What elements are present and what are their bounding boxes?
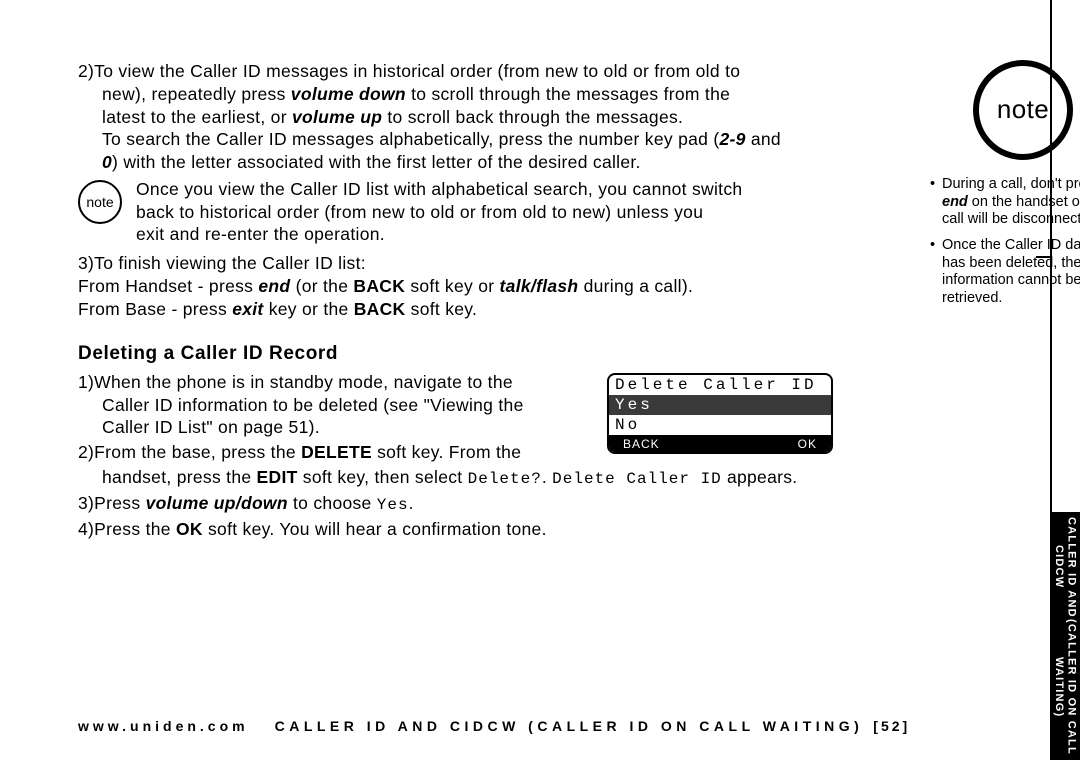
t: From the base, press the — [94, 442, 301, 462]
step-3: 3)To finish viewing the Caller ID list: … — [78, 252, 833, 320]
lcd-screen: Delete Caller ID Yes No BACK OK — [607, 373, 833, 454]
t: To finish viewing the Caller ID list: — [94, 253, 366, 273]
del-step-1: 1)When the phone is in standby mode, nav… — [78, 371, 593, 439]
mono-yes: Yes — [377, 496, 409, 514]
t: ) with the letter associated with the fi… — [112, 152, 641, 172]
sidebar: note During a call, don't press end on t… — [930, 60, 1080, 316]
lcd-softkey-back: BACK — [623, 437, 660, 450]
t: to scroll through the messages from the — [406, 84, 730, 104]
side-tab-text: CALLER ID AND CIDCW (CALLER ID ON CALL W… — [1052, 516, 1078, 756]
kw-zero: 0 — [102, 152, 112, 172]
t: soft key. You will hear a confirmation t… — [203, 519, 547, 539]
page-content: 2)To view the Caller ID messages in hist… — [78, 60, 1038, 542]
sidebar-list: During a call, don't press end on the ha… — [930, 176, 1080, 308]
t: Once you view the Caller ID list with al… — [136, 179, 742, 199]
kw-ok: OK — [176, 519, 203, 539]
t: latest to the earliest, or — [102, 107, 292, 127]
sidebar-item: During a call, don't press end on the ha… — [930, 176, 1080, 229]
delete-steps: 1)When the phone is in standby mode, nav… — [78, 371, 593, 466]
del-step-2-rest: handset, press the EDIT soft key, then s… — [78, 466, 833, 490]
kw-end: end — [258, 276, 290, 296]
kw-delete: DELETE — [301, 442, 372, 462]
lcd-softkey-ok: OK — [798, 437, 817, 450]
t: appears. — [722, 467, 798, 487]
note-icon: note — [973, 60, 1073, 160]
t: and — [746, 129, 781, 149]
section-heading: Deleting a Caller ID Record — [78, 342, 833, 367]
t: . — [409, 493, 414, 513]
t: to scroll back through the messages. — [382, 107, 683, 127]
kw-edit: EDIT — [257, 467, 298, 487]
t: Press the — [94, 519, 176, 539]
t: From Base - press — [78, 299, 232, 319]
t: Caller ID List" on page 51). — [102, 417, 320, 437]
note-icon: note — [78, 180, 122, 224]
kw-exit: exit — [232, 299, 263, 319]
t: soft key. From the — [372, 442, 521, 462]
t: to choose — [288, 493, 377, 513]
t: (or the — [290, 276, 353, 296]
kw-back: BACK — [353, 276, 405, 296]
t: back to historical order (from new to ol… — [136, 202, 703, 222]
kw-volume-up: volume up — [292, 107, 382, 127]
t: new), repeatedly press — [102, 84, 291, 104]
inline-note-text: Once you view the Caller ID list with al… — [136, 178, 833, 246]
del-step-4: 4)Press the OK soft key. You will hear a… — [78, 518, 833, 541]
t: soft key, then select — [298, 467, 468, 487]
lcd-softkeys: BACK OK — [609, 435, 831, 452]
del-step-3: 3)Press volume up/down to choose Yes. — [78, 492, 833, 516]
t: soft key. — [405, 299, 477, 319]
footer-section: CALLER ID AND CIDCW (CALLER ID ON CALL W… — [275, 718, 864, 734]
mono-delete-cid: Delete Caller ID — [552, 470, 722, 488]
main-column: 2)To view the Caller ID messages in hist… — [78, 60, 833, 542]
t: Caller ID information to be deleted (see… — [102, 395, 524, 415]
kw-end: end — [942, 194, 968, 210]
t: handset, press the — [102, 467, 257, 487]
delete-block: 1)When the phone is in standby mode, nav… — [78, 371, 833, 466]
del-step-2-top: 2)From the base, press the DELETE soft k… — [78, 441, 593, 464]
side-tab-line1: CALLER ID AND CIDCW — [1052, 516, 1077, 618]
t: To view the Caller ID messages in histor… — [94, 61, 740, 81]
kw-volume-down: volume down — [291, 84, 406, 104]
t: during a call). — [578, 276, 693, 296]
lcd-title: Delete Caller ID — [609, 375, 831, 395]
kw-back: BACK — [354, 299, 406, 319]
inline-note: note Once you view the Caller ID list wi… — [78, 178, 833, 246]
t: exit and re-enter the operation. — [136, 224, 385, 244]
t: From Handset - press — [78, 276, 258, 296]
footer-site: www.uniden.com — [78, 718, 249, 734]
step-2: 2)To view the Caller ID messages in hist… — [78, 60, 833, 174]
page-footer: www.uniden.com CALLER ID AND CIDCW (CALL… — [78, 718, 998, 734]
kw-talk-flash: talk/flash — [500, 276, 579, 296]
t: During a call, don't press — [942, 176, 1080, 192]
lcd-option-no: No — [609, 415, 831, 435]
side-rule-notch — [1036, 256, 1052, 258]
side-tab-line2: (CALLER ID ON CALL WAITING) — [1052, 618, 1077, 756]
t: When the phone is in standby mode, navig… — [94, 372, 513, 392]
kw-2-9: 2-9 — [719, 129, 745, 149]
sidebar-item: Once the Caller ID data has been deleted… — [930, 237, 1080, 308]
t: To search the Caller ID messages alphabe… — [102, 129, 719, 149]
lcd-option-yes: Yes — [609, 395, 831, 415]
kw-volume-up-down: volume up/down — [146, 493, 288, 513]
t: Press — [94, 493, 145, 513]
t: key or the — [264, 299, 354, 319]
footer-page-number: [52] — [873, 718, 910, 734]
t: soft key or — [405, 276, 499, 296]
mono-deleteq: Delete? — [468, 470, 542, 488]
